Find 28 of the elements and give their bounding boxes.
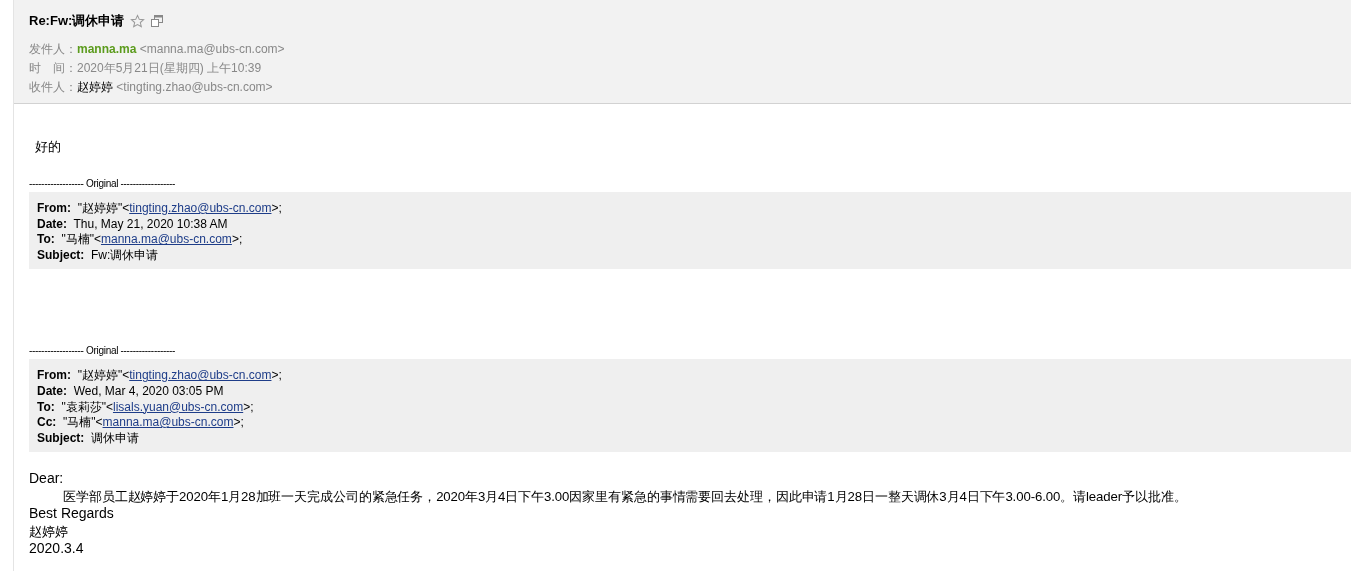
new-window-icon[interactable] xyxy=(151,15,164,27)
closing-text: Best Regards xyxy=(29,505,115,523)
quote-field: To: "马楠"<manna.ma@ubs-cn.com>; xyxy=(37,232,1343,248)
original-separator: ------------------ Original ------------------ xyxy=(29,345,177,357)
mail-subject: Re:Fw:调休申请 xyxy=(29,12,125,30)
quote-field: Subject: 调休申请 xyxy=(37,430,1343,447)
sender-line: 发件人：manna.ma <manna.ma@ubs-cn.com> xyxy=(29,41,286,58)
original-separator: ------------------ Original ------------------ xyxy=(29,178,177,189)
quote-field: From: "赵婷婷"<tingting.zhao@ubs-cn.com>; xyxy=(37,368,1343,384)
date-line: 时 间：2020年5月21日(星期四) 上午10:39 xyxy=(29,60,263,77)
recipient-line: 收件人：赵婷婷 <tingting.zhao@ubs-cn.com> xyxy=(29,79,274,96)
email-link[interactable]: tingting.zhao@ubs-cn.com xyxy=(129,201,272,215)
quote-field: From: "赵婷婷"<tingting.zhao@ubs-cn.com>; xyxy=(37,201,1343,217)
email-link[interactable]: manna.ma@ubs-cn.com xyxy=(100,232,232,247)
email-link[interactable]: tingting.zhao@ubs-cn.com xyxy=(129,368,272,383)
email-link[interactable]: lisals.yuan@ubs-cn.com xyxy=(112,399,244,414)
quote-field: To: "袁莉莎"<lisals.yuan@ubs-cn.com>; xyxy=(37,399,1343,416)
greeting-text: Dear: xyxy=(29,470,65,488)
signature-name: 赵婷婷 xyxy=(29,522,69,541)
quote-field: Date: Wed, Mar 4, 2020 03:05 PM xyxy=(37,383,1343,400)
quote-field: Date: Thu, May 21, 2020 10:38 AM xyxy=(37,216,1343,233)
quote-field: Cc: "马楠"<manna.ma@ubs-cn.com>; xyxy=(37,415,1343,431)
star-icon[interactable] xyxy=(130,13,146,29)
reply-text: 好的 xyxy=(35,138,62,156)
message-paragraph: 医学部员工赵婷婷于2020年1月28加班一天完成公司的紧急任务，2020年3月4日下午3.00因家里有紧急的事情需要回去处理，因此申请1月28日一整天调休3月4日下午3.00-6.00。请leader予以批准。 xyxy=(62,487,1188,506)
signature-date: 2020.3.4 xyxy=(29,540,85,558)
quote-field: Subject: Fw:调休申请 xyxy=(37,247,1343,264)
email-link[interactable]: manna.ma@ubs-cn.com xyxy=(102,415,234,430)
